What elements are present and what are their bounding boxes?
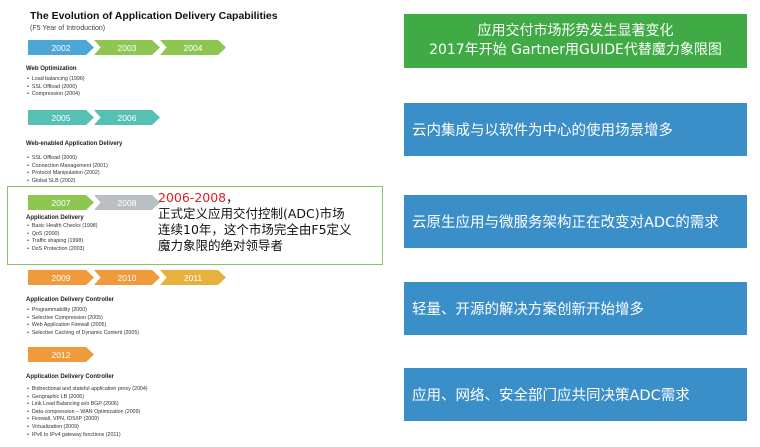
list-item: QoS (2000) bbox=[32, 231, 98, 239]
year-chevron: 2011 bbox=[160, 270, 226, 285]
year-chevron: 2008 bbox=[94, 195, 160, 210]
list-item: Virtualization (2009) bbox=[32, 424, 148, 432]
section-heading: Web-enabled Application Delivery bbox=[26, 141, 123, 147]
year-row-2: 2005 2006 bbox=[28, 110, 160, 125]
list-item: Link Load Balancing w/o BGP (2006) bbox=[32, 401, 148, 409]
year-chevron: 2009 bbox=[28, 270, 94, 285]
annotation-line: 正式定义应用交付控制(ADC)市场 bbox=[158, 206, 345, 221]
point-box: 轻量、开源的解决方案创新开始增多 bbox=[404, 282, 747, 335]
list-item: Connection Management (2001) bbox=[32, 163, 108, 171]
list-item: Load balancing (1996) bbox=[32, 76, 85, 84]
list-item: Programmability (2000) bbox=[32, 307, 139, 315]
list-item: Selective Compression (2005) bbox=[32, 315, 139, 323]
section-heading: Application Delivery Controller bbox=[26, 297, 115, 303]
year-chevron: 2002 bbox=[28, 40, 94, 55]
list-item: SSL Offload (2000) bbox=[32, 84, 85, 92]
section-items: Bidirectional and stateful application p… bbox=[32, 386, 148, 440]
adc-market-annotation: 2006-2008， 正式定义应用交付控制(ADC)市场 连续10年，这个市场完… bbox=[158, 190, 352, 254]
list-item: DoS Protection (2003) bbox=[32, 246, 98, 254]
year-chevron: 2012 bbox=[28, 347, 94, 362]
list-item: Web Application Firewall (2005) bbox=[32, 322, 139, 330]
list-item: Traffic shaping (1998) bbox=[32, 238, 98, 246]
list-item: IPv6 to IPv4 gateway functions (2011) bbox=[32, 432, 148, 440]
annotation-years: 2006-2008， bbox=[158, 190, 239, 205]
section-heading: Web Optimization bbox=[26, 66, 77, 72]
list-item: SSL Offload (2000) bbox=[32, 155, 108, 163]
list-item: Basic Health Checks (1998) bbox=[32, 223, 98, 231]
year-row-3: 2007 2008 bbox=[28, 195, 160, 210]
section-items: Basic Health Checks (1998) QoS (2000) Tr… bbox=[32, 223, 98, 254]
year-chevron: 2006 bbox=[94, 110, 160, 125]
list-item: Compression (2004) bbox=[32, 91, 85, 99]
section-items: Programmability (2000) Selective Compres… bbox=[32, 307, 139, 338]
list-item: Data compression – WAN Optimization (200… bbox=[32, 409, 148, 417]
timeline-subtitle: (F5 Year of Introduction) bbox=[30, 25, 106, 32]
list-item: Bidirectional and stateful application p… bbox=[32, 386, 148, 394]
section-items: SSL Offload (2000) Connection Management… bbox=[32, 155, 108, 186]
list-item: Firewall, VPN, IDS/IP (2009) bbox=[32, 416, 148, 424]
year-chevron: 2005 bbox=[28, 110, 94, 125]
list-item: Selective Caching of Dynamic Content (20… bbox=[32, 330, 139, 338]
headline-line: 应用交付市场形势发生显著变化 bbox=[477, 23, 674, 39]
headline-line: 2017年开始 Gartner用GUIDE代替魔力象限图 bbox=[429, 42, 722, 58]
year-row-1: 2002 2003 2004 bbox=[28, 40, 226, 55]
year-chevron: 2004 bbox=[160, 40, 226, 55]
list-item: Geographic LB (2006) bbox=[32, 394, 148, 402]
list-item: Global SLB (2002) bbox=[32, 178, 108, 186]
point-box: 云原生应用与微服务架构正在改变对ADC的需求 bbox=[404, 195, 747, 248]
list-item: Protocol Manipulation (2002) bbox=[32, 170, 108, 178]
year-chevron: 2003 bbox=[94, 40, 160, 55]
section-heading: Application Delivery Controller bbox=[26, 374, 115, 380]
year-chevron: 2007 bbox=[28, 195, 94, 210]
section-items: Load balancing (1996) SSL Offload (2000)… bbox=[32, 76, 85, 99]
annotation-line: 魔力象限的绝对领导者 bbox=[158, 238, 284, 253]
timeline-title: The Evolution of Application Delivery Ca… bbox=[30, 10, 278, 22]
point-box: 应用、网络、安全部门应共同决策ADC需求 bbox=[404, 368, 747, 421]
year-row-4: 2009 2010 2011 bbox=[28, 270, 226, 285]
section-heading: Application Delivery bbox=[26, 215, 84, 221]
year-row-5: 2012 bbox=[28, 347, 94, 362]
headline-box: 应用交付市场形势发生显著变化 2017年开始 Gartner用GUIDE代替魔力… bbox=[404, 14, 747, 68]
point-box: 云内集成与以软件为中心的使用场景增多 bbox=[404, 103, 747, 156]
year-chevron: 2010 bbox=[94, 270, 160, 285]
annotation-line: 连续10年，这个市场完全由F5定义 bbox=[158, 222, 352, 237]
